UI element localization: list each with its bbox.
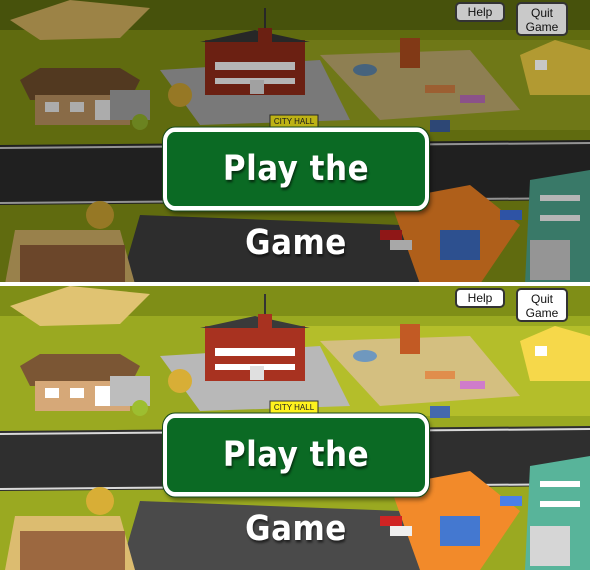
city-hall-sign: CITY HALL — [269, 400, 319, 414]
quit-game-button[interactable]: Quit Game — [516, 2, 568, 36]
game-screen-top: CITY HALL Help Quit Game Play the Game — [0, 0, 590, 282]
play-the-game-button[interactable]: Play the Game — [163, 413, 429, 549]
svg-text:CITY HALL: CITY HALL — [274, 117, 315, 126]
tree — [168, 369, 192, 393]
quit-game-button[interactable]: Quit Game — [516, 288, 568, 322]
house-bottom-left — [5, 516, 135, 570]
apartment-building — [525, 456, 590, 570]
city-hall-sign: CITY HALL — [269, 114, 319, 128]
play-the-game-button[interactable]: Play the Game — [163, 127, 429, 263]
apartment-building — [525, 170, 590, 282]
help-button[interactable]: Help — [455, 288, 505, 308]
game-screen-bottom: CITY HALL Help Quit Game Play the Game — [0, 286, 590, 570]
tree — [168, 83, 192, 107]
svg-text:CITY HALL: CITY HALL — [274, 403, 315, 412]
house-bottom-left — [5, 230, 135, 282]
help-button[interactable]: Help — [455, 2, 505, 22]
